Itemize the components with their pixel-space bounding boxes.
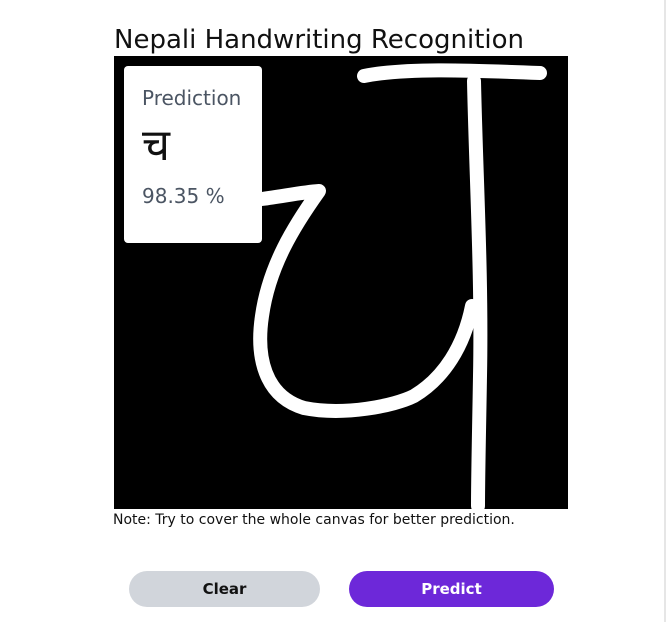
clear-button[interactable]: Clear: [129, 571, 320, 607]
stroke-loop: [253, 184, 479, 418]
predicted-character: च: [142, 120, 170, 171]
prediction-label: Prediction: [142, 86, 242, 110]
canvas-note: Note: Try to cover the whole canvas for …: [113, 512, 515, 528]
prediction-confidence: 98.35 %: [142, 184, 225, 208]
stroke-vertical: [467, 74, 488, 509]
page-title: Nepali Handwriting Recognition: [114, 25, 525, 56]
page: Nepali Handwriting Recognition Predictio…: [0, 0, 666, 622]
predict-button[interactable]: Predict: [349, 571, 554, 607]
prediction-card: Prediction च 98.35 %: [124, 66, 262, 243]
stroke-top-bar: [357, 63, 547, 83]
